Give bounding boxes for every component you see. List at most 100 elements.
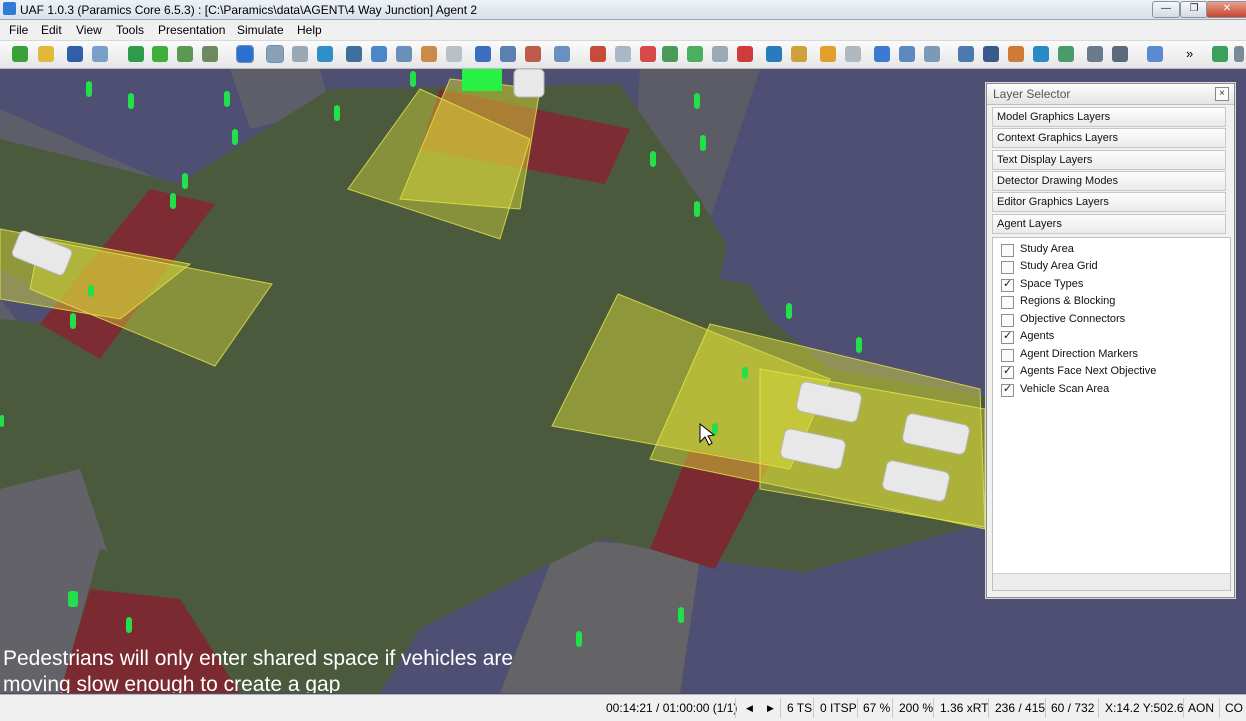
link-icon[interactable] (662, 46, 678, 62)
people-icon[interactable] (874, 46, 890, 62)
category-detector-drawing[interactable]: Detector Drawing Modes (992, 171, 1226, 191)
stack-icon[interactable] (202, 46, 218, 62)
simulation-time: 00:14:21 / 01:00:00 (1/1) (606, 701, 738, 715)
plugin-icon[interactable] (1147, 46, 1163, 62)
image-icon[interactable] (1058, 46, 1074, 62)
close-button[interactable]: ✕ (1206, 1, 1246, 18)
checkbox[interactable]: ✓ (1001, 365, 1014, 379)
vehicle-count: 60 / 732 (1051, 701, 1095, 715)
menu-bar: File Edit View Tools Presentation Simula… (0, 20, 1246, 41)
route-icon[interactable] (371, 46, 387, 62)
help-globe-icon[interactable] (1212, 46, 1228, 62)
settings-icon[interactable] (1087, 46, 1103, 62)
pin-icon[interactable] (640, 46, 656, 62)
status-bar: 00:14:21 / 01:00:00 (1/1) ◀ ▶ 6 TS 0 ITS… (0, 694, 1246, 721)
check-mark-icon: ✓ (1003, 278, 1013, 290)
box-icon[interactable] (791, 46, 807, 62)
menu-presentation[interactable]: Presentation (158, 23, 225, 37)
save-as-icon[interactable] (92, 46, 108, 62)
checkbox[interactable] (1001, 314, 1014, 327)
flag-icon[interactable] (687, 46, 703, 62)
group-icon[interactable] (421, 46, 437, 62)
checkbox[interactable]: ✓ (1001, 383, 1014, 397)
minimize-button[interactable]: — (1152, 1, 1180, 18)
assignment-mode: AON (1188, 701, 1215, 715)
globe-icon[interactable] (317, 46, 333, 62)
node-icon[interactable] (590, 46, 606, 62)
zoom-box-icon[interactable] (446, 46, 462, 62)
check-mark-icon: ✓ (1003, 383, 1013, 395)
category-editor-graphics[interactable]: Editor Graphics Layers (992, 192, 1226, 212)
timesteps: 6 TS (787, 701, 813, 715)
restore-button[interactable]: ❐ (1180, 1, 1208, 18)
earth-icon[interactable] (1033, 46, 1049, 62)
category-context-graphics[interactable]: Context Graphics Layers (992, 128, 1226, 148)
checkbox[interactable]: ✓ (1001, 330, 1014, 344)
extra-icon[interactable] (1234, 46, 1244, 62)
video-caption: Pedestrians will only enter shared space… (3, 646, 513, 693)
speed-ratio: 1.36 xRT (940, 701, 989, 715)
menu-help[interactable]: Help (297, 23, 322, 37)
caption-line-1: Pedestrians will only enter shared space… (3, 647, 514, 670)
toolbar-overflow-icon[interactable]: » (1186, 46, 1193, 61)
shapes-icon[interactable] (1008, 46, 1024, 62)
checkbox[interactable] (1001, 261, 1014, 274)
next-icon[interactable]: ▶ (767, 703, 774, 714)
open-folder-icon[interactable] (38, 46, 54, 62)
list-footer (993, 573, 1230, 590)
transfer-icon[interactable] (899, 46, 915, 62)
arrow-icon[interactable] (346, 46, 362, 62)
zoom-level-2: 200 % (899, 701, 934, 715)
gear-icon[interactable] (1112, 46, 1128, 62)
save-icon[interactable] (67, 46, 83, 62)
check-list-icon[interactable] (554, 46, 570, 62)
category-text-display[interactable]: Text Display Layers (992, 150, 1226, 170)
calendar-icon[interactable] (845, 46, 861, 62)
cursor-coordinates: X:14.2 Y:502.6 (1105, 701, 1184, 715)
zoom-level-1: 67 % (863, 701, 891, 715)
checkbox[interactable] (1001, 349, 1014, 362)
target-icon[interactable] (737, 46, 753, 62)
menu-simulate[interactable]: Simulate (237, 23, 284, 37)
menu-tools[interactable]: Tools (116, 23, 144, 37)
pan-icon[interactable] (266, 45, 284, 63)
search-icon[interactable] (615, 46, 631, 62)
layer-icon[interactable] (177, 46, 193, 62)
shield-icon[interactable] (128, 46, 144, 62)
menu-view[interactable]: View (76, 23, 102, 37)
document-icon[interactable] (712, 46, 728, 62)
layer-selector-title: Layer Selector (993, 87, 1071, 101)
agent-count: 236 / 415 (995, 701, 1046, 715)
layer-selector-titlebar: Layer Selector × (987, 84, 1234, 105)
menu-edit[interactable]: Edit (41, 23, 62, 37)
checkbox[interactable] (1001, 244, 1014, 257)
menu-file[interactable]: File (9, 23, 28, 37)
checkbox[interactable]: ✓ (1001, 278, 1014, 292)
layout-icon[interactable] (983, 46, 999, 62)
title-bar: UAF 1.0.3 (Paramics Core 6.5.3) : [C:\Pa… (0, 0, 1246, 20)
category-model-graphics[interactable]: Model Graphics Layers (992, 107, 1226, 127)
rotate-icon[interactable] (292, 46, 308, 62)
toolbar: » (0, 41, 1246, 69)
bulb-icon[interactable] (820, 46, 836, 62)
itsp-count: 0 ITSP (820, 701, 857, 715)
vehicle-icon[interactable] (766, 46, 782, 62)
grid-icon[interactable] (500, 46, 516, 62)
prev-icon[interactable]: ◀ (746, 703, 753, 714)
person-icon[interactable] (396, 46, 412, 62)
category-agent-layers[interactable]: Agent Layers (992, 214, 1226, 234)
app-icon (3, 2, 16, 15)
caption-line-2: moving slow enough to create a gap (3, 673, 341, 693)
table-icon[interactable] (525, 46, 541, 62)
export-icon[interactable] (924, 46, 940, 62)
edit-icon[interactable] (958, 46, 974, 62)
window-title: UAF 1.0.3 (Paramics Core 6.5.3) : [C:\Pa… (20, 3, 478, 17)
shield-add-icon[interactable] (152, 46, 168, 62)
graph-icon[interactable] (475, 46, 491, 62)
cube-icon[interactable] (236, 45, 254, 63)
checkbox[interactable] (1001, 296, 1014, 309)
agent-layers-list: Study Area Study Area Grid ✓ Space Types… (992, 237, 1231, 591)
new-icon[interactable] (12, 46, 28, 62)
layer-selector-close-icon[interactable]: × (1215, 87, 1229, 101)
status-extra: CO (1225, 701, 1243, 715)
